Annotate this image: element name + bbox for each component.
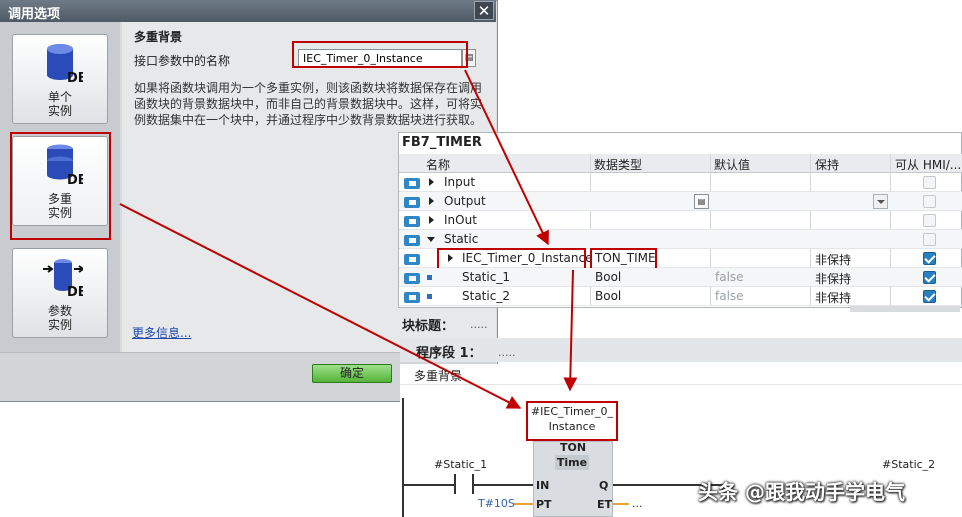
network-header	[400, 338, 962, 362]
hmi-checkbox[interactable]	[923, 176, 936, 189]
wire	[474, 484, 534, 486]
network-name[interactable]: .....	[498, 346, 515, 359]
header-name[interactable]: 名称	[426, 156, 450, 173]
interface-icon	[404, 235, 420, 246]
watermark: 头条 @跟我动手学电气	[698, 480, 905, 504]
ok-button[interactable]: 确定	[312, 364, 392, 383]
expand-icon[interactable]	[429, 197, 434, 205]
pin-q: Q	[599, 479, 609, 492]
row-retain: 非保持	[815, 272, 852, 286]
contact-tag[interactable]: #Static_1	[434, 458, 487, 471]
wire	[514, 503, 533, 505]
option-label-line1: 参数	[47, 304, 72, 318]
hmi-checkbox[interactable]	[923, 214, 936, 227]
row-retain: 非保持	[815, 253, 852, 267]
list-icon[interactable]: ▤	[694, 194, 709, 209]
dialog-titlebar[interactable]	[0, 0, 496, 22]
hmi-checkbox[interactable]	[923, 271, 936, 284]
interface-icon	[404, 178, 420, 189]
power-rail	[402, 398, 404, 517]
multi-instance-highlight	[10, 132, 111, 240]
row-name: Input	[444, 175, 476, 189]
wire	[404, 484, 454, 486]
option-label-line1: 单个	[47, 90, 72, 104]
row-name: Static	[444, 232, 479, 246]
interface-icon	[404, 197, 420, 208]
network-comment: 多重背景	[414, 369, 463, 383]
hmi-checkbox[interactable]	[923, 252, 936, 265]
row-name-highlight	[437, 248, 586, 270]
contact-left[interactable]	[454, 474, 456, 494]
chevron-down-icon[interactable]	[873, 194, 888, 209]
network-title: 程序段 1：	[416, 346, 482, 361]
scrollbar[interactable]	[850, 306, 960, 312]
time-type-label[interactable]: Time	[555, 455, 589, 470]
row-name: Output	[444, 194, 486, 208]
more-info-link[interactable]: 更多信息...	[132, 324, 191, 341]
svg-text:DB: DB	[67, 285, 83, 299]
hmi-checkbox[interactable]	[923, 233, 936, 246]
close-icon[interactable]: ✕	[474, 1, 494, 20]
table-row[interactable]	[399, 230, 962, 249]
row-name: Static_1	[462, 270, 510, 284]
pin-pt: PT	[536, 498, 552, 511]
block-title: FB7_TIMER	[402, 135, 482, 150]
row-type: Bool	[595, 270, 622, 284]
row-type: Bool	[595, 289, 622, 303]
hmi-checkbox[interactable]	[923, 290, 936, 303]
database-icon: DB	[47, 44, 83, 85]
block-comment[interactable]: .....	[470, 318, 487, 331]
header-data-type[interactable]: 数据类型	[594, 156, 642, 173]
variable-icon	[427, 275, 432, 280]
option-label-line2: 实例	[47, 104, 72, 118]
single-instance-button[interactable]: DB 单个 实例	[12, 34, 108, 124]
hmi-checkbox[interactable]	[923, 195, 936, 208]
block-title-label: 块标题：	[402, 319, 455, 334]
description-text: 如果将函数块调用为一个多重实例，则该函数块将数据保存在调用函数块的背景数据块中，…	[134, 81, 483, 127]
collapse-icon[interactable]	[427, 237, 435, 242]
row-default: false	[715, 289, 744, 303]
et-value[interactable]: ...	[632, 497, 643, 510]
header-retain[interactable]: 保持	[815, 156, 839, 173]
instance-line1: #IEC_Timer_0_	[530, 405, 614, 418]
parameter-instance-button[interactable]: DB 参数 实例	[12, 248, 108, 338]
row-default: false	[715, 270, 744, 284]
row-type-highlight	[590, 248, 657, 270]
row-name: Static_2	[462, 289, 510, 303]
option-label-line2: 实例	[47, 318, 72, 332]
interface-name-label: 接口参数中的名称	[134, 54, 231, 68]
database-arrows-icon: DB	[43, 259, 83, 299]
table-row[interactable]	[399, 173, 962, 192]
expand-icon[interactable]	[429, 216, 434, 224]
table-header	[399, 154, 962, 173]
svg-text:DB: DB	[67, 71, 83, 85]
table-row[interactable]	[399, 211, 962, 230]
network-comment-box[interactable]	[400, 364, 962, 385]
row-retain: 非保持	[815, 291, 852, 305]
interface-icon	[404, 292, 420, 303]
header-hmi[interactable]: 可从 HMI/...	[895, 156, 961, 173]
pin-et: ET	[597, 498, 613, 511]
coil-tag[interactable]: #Static_2	[882, 458, 935, 471]
pin-in: IN	[536, 479, 550, 492]
header-default[interactable]: 默认值	[714, 156, 750, 173]
interface-icon	[404, 254, 420, 265]
variable-icon	[427, 294, 432, 299]
ton-label: TON	[559, 441, 587, 454]
dialog-title: 调用选项	[8, 7, 61, 22]
section-title: 多重背景	[134, 30, 183, 44]
expand-icon[interactable]	[429, 178, 434, 186]
instance-line2: Instance	[548, 420, 596, 433]
instance-name-highlight	[292, 41, 468, 68]
interface-icon	[404, 273, 420, 284]
wire	[613, 503, 629, 505]
row-name: InOut	[444, 213, 477, 227]
interface-icon	[404, 216, 420, 227]
pt-value[interactable]: T#10S	[478, 497, 515, 510]
